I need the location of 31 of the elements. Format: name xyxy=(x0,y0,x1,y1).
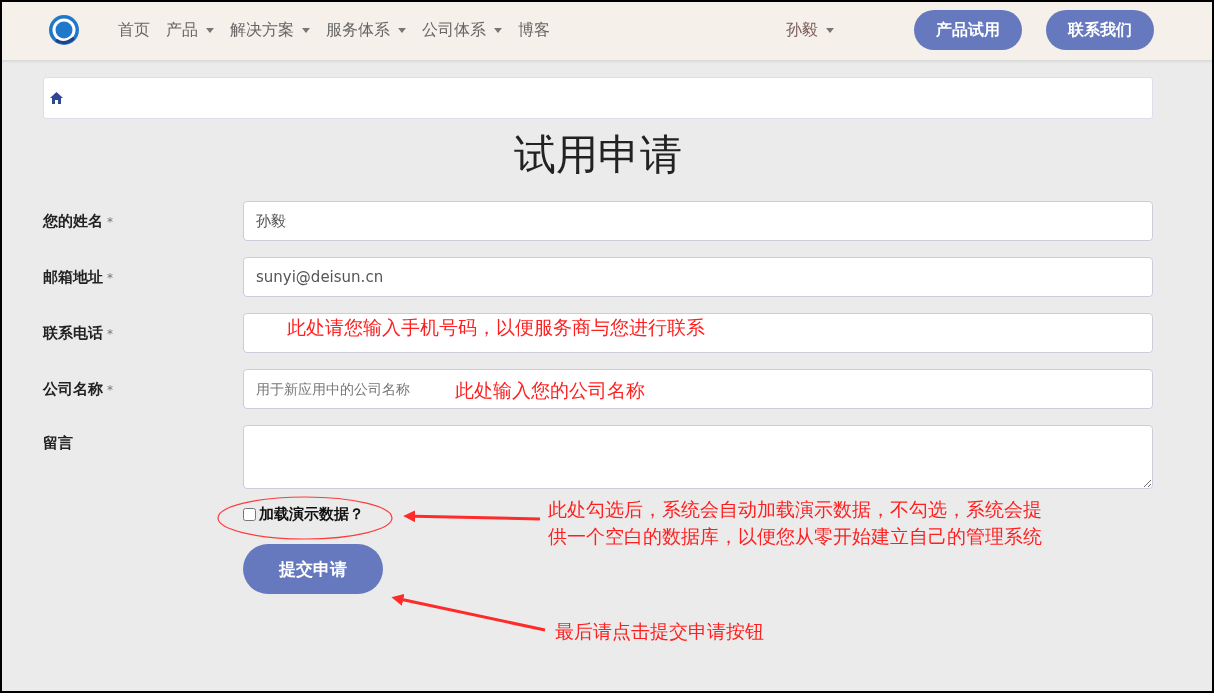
nav-button[interactable]: 联系我们 xyxy=(1046,10,1154,50)
nav-menu-item[interactable]: 公司体系 xyxy=(422,19,502,41)
field-label: 公司名称 xyxy=(43,380,103,398)
demo-data-checkbox[interactable]: 加载演示数据？ xyxy=(243,505,364,524)
required-mark: * xyxy=(107,383,113,397)
required-mark: * xyxy=(107,327,113,341)
nav-menu-item[interactable]: 产品 xyxy=(166,19,214,41)
field-label: 联系电话 xyxy=(43,324,103,342)
page-title: 试用申请 xyxy=(513,129,683,181)
annotation-text: 最后请点击提交申请按钮 xyxy=(555,619,764,644)
field-label: 留言 xyxy=(43,434,73,452)
field-label: 邮箱地址 xyxy=(43,268,103,286)
checkbox[interactable] xyxy=(243,508,256,521)
input-field[interactable]: 孙毅 xyxy=(243,201,1153,241)
input-field[interactable] xyxy=(243,313,1153,353)
required-mark: * xyxy=(107,215,113,229)
required-mark: * xyxy=(107,271,113,285)
annotation-text: 此处输入您的公司名称 xyxy=(455,378,645,403)
nav-menu-item[interactable]: 博客 xyxy=(518,19,550,41)
input-field[interactable]: sunyi@deisun.cn xyxy=(243,257,1153,297)
logo-icon[interactable] xyxy=(48,14,80,46)
submit-button[interactable]: 提交申请 xyxy=(243,544,383,594)
annotation-text: 此处勾选后，系统会自动加载演示数据，不勾选，系统会提供一个空白的数据库，以便您从零开始建立自己的管理系统 xyxy=(548,497,1043,549)
nav-menu-item[interactable]: 服务体系 xyxy=(326,19,406,41)
nav-button[interactable]: 产品试用 xyxy=(914,10,1022,50)
nav-menu-item[interactable]: 首页 xyxy=(118,19,150,41)
field-label: 您的姓名 xyxy=(43,212,103,230)
nav-menu-item[interactable]: 解决方案 xyxy=(230,19,310,41)
user-menu[interactable]: 孙毅 xyxy=(786,19,834,41)
annotation-text: 此处请您输入手机号码，以便服务商与您进行联系 xyxy=(287,315,705,340)
home-icon[interactable] xyxy=(50,92,63,104)
